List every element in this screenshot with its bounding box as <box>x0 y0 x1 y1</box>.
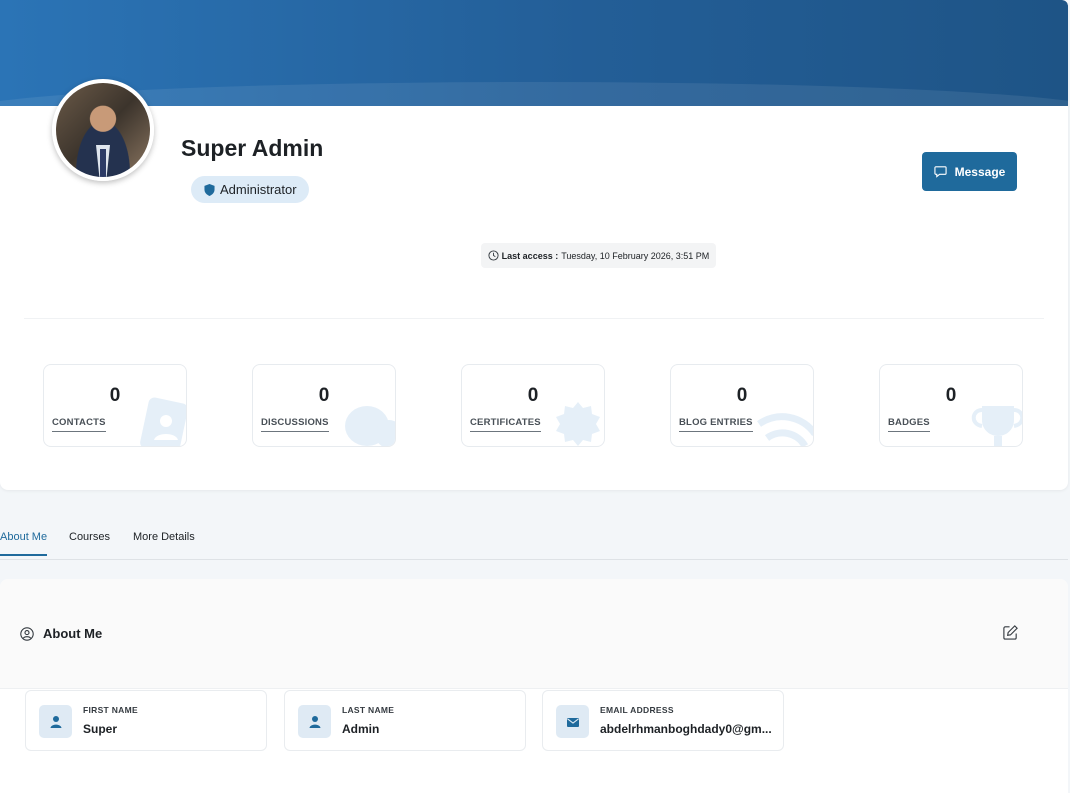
tab-more-details[interactable]: More Details <box>133 531 195 554</box>
user-circle-icon <box>20 626 34 641</box>
stat-value: 0 <box>736 385 748 406</box>
banner-wave <box>0 82 1068 106</box>
profile-tabs: About Me Courses More Details <box>0 522 1068 560</box>
info-icon-box <box>298 705 331 738</box>
first-name-label: FIRST NAME <box>83 705 138 715</box>
stat-label: BLOG ENTRIES <box>679 417 753 432</box>
stat-value: 0 <box>318 385 330 406</box>
first-name-value: Super <box>83 722 118 736</box>
envelope-icon <box>566 717 579 727</box>
role-label: Administrator <box>220 182 297 197</box>
about-card: About Me <box>0 579 1068 793</box>
last-access-value: Tuesday, 10 February 2026, 3:51 PM <box>561 250 710 261</box>
last-name-card: LAST NAME Admin <box>284 690 526 751</box>
info-icon-box <box>39 705 72 738</box>
stat-label: DISCUSSIONS <box>261 417 329 432</box>
divider <box>24 318 1044 319</box>
tab-courses[interactable]: Courses <box>69 531 110 554</box>
tab-about-me[interactable]: About Me <box>0 531 48 556</box>
message-label: Message <box>954 164 1006 179</box>
user-icon <box>50 715 61 728</box>
chat-icon <box>934 166 947 178</box>
avatar[interactable] <box>52 79 154 181</box>
edit-icon <box>1002 624 1018 640</box>
last-name-value: Admin <box>342 722 380 736</box>
stat-label: BADGES <box>888 417 930 432</box>
shield-icon <box>204 183 215 196</box>
stat-contacts[interactable]: 0 CONTACTS <box>43 364 187 447</box>
clock-icon <box>488 250 499 261</box>
about-title: About Me <box>20 626 102 641</box>
stat-discussions[interactable]: 0 DISCUSSIONS <box>252 364 396 447</box>
email-label: EMAIL ADDRESS <box>600 705 674 715</box>
edit-button[interactable] <box>1000 622 1020 642</box>
about-header: About Me <box>0 579 1068 689</box>
avatar-tie <box>100 149 106 177</box>
user-name: Super Admin <box>181 135 324 161</box>
user-icon <box>309 715 320 728</box>
stat-blog-entries[interactable]: 0 BLOG ENTRIES <box>670 364 814 447</box>
stat-badges[interactable]: 0 BADGES <box>879 364 1023 447</box>
profile-banner <box>0 0 1068 106</box>
info-icon-box <box>556 705 589 738</box>
stat-label: CERTIFICATES <box>470 417 541 432</box>
message-button[interactable]: Message <box>922 152 1017 191</box>
about-title-label: About Me <box>43 626 103 641</box>
stat-value: 0 <box>527 385 539 406</box>
stat-label: CONTACTS <box>52 417 106 432</box>
last-access-label: Last access : <box>501 250 559 261</box>
first-name-card: FIRST NAME Super <box>25 690 267 751</box>
last-name-label: LAST NAME <box>342 705 395 715</box>
stat-value: 0 <box>945 385 957 406</box>
stat-value: 0 <box>109 385 121 406</box>
email-card: EMAIL ADDRESS abdelrhmanboghdady0@gm... <box>542 690 784 751</box>
last-access: Last access : Tuesday, 10 February 2026,… <box>481 243 716 268</box>
email-value: abdelrhmanboghdady0@gm... <box>600 722 772 736</box>
role-badge: Administrator <box>191 176 309 203</box>
stat-certificates[interactable]: 0 CERTIFICATES <box>461 364 605 447</box>
